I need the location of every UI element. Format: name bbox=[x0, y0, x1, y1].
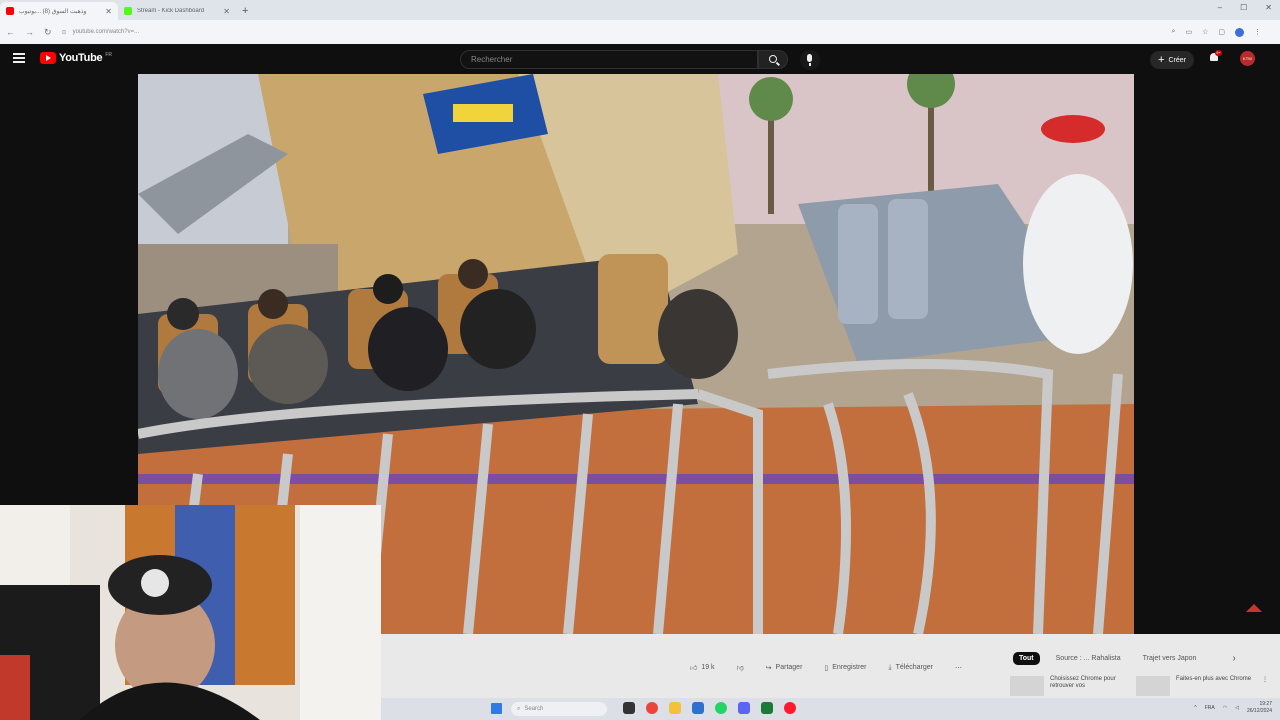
system-tray: ^ FRA ◠ ◁ 19:27 26/12/2024 bbox=[1194, 701, 1272, 715]
tab-kick[interactable]: Stream - Kick Dashboard ✕ bbox=[118, 2, 236, 20]
save-label: Enregistrer bbox=[832, 664, 867, 671]
menu-dots-icon[interactable]: ⋮ bbox=[1254, 28, 1261, 37]
chrome-icon[interactable] bbox=[646, 702, 658, 714]
search-input[interactable]: Rechercher bbox=[460, 50, 758, 69]
voice-search-mic-icon[interactable] bbox=[800, 50, 820, 70]
browser-tab-strip: وذهبت السوق (8) ...يوتيوب ✕ Stream - Kic… bbox=[0, 0, 1280, 20]
extensions-icon[interactable]: ▢ bbox=[1218, 28, 1225, 37]
cast-icon[interactable]: ▭ bbox=[1185, 28, 1192, 37]
maximize-button[interactable]: ☐ bbox=[1240, 3, 1247, 12]
new-tab-button[interactable]: + bbox=[242, 5, 248, 17]
youtube-header: YouTube FR Rechercher + Créer 9+ KTW bbox=[0, 44, 1280, 74]
windows-taskbar: ⌕ Search ^ FRA ◠ ◁ 19:27 26/12/2024 bbox=[381, 698, 1280, 720]
close-window-button[interactable]: ✕ bbox=[1265, 3, 1272, 12]
task-view-icon[interactable] bbox=[623, 702, 635, 714]
windows-start-icon[interactable] bbox=[491, 703, 502, 714]
tab-youtube[interactable]: وذهبت السوق (8) ...يوتيوب ✕ bbox=[0, 2, 118, 20]
hamburger-menu-icon[interactable] bbox=[13, 53, 25, 63]
share-label: Partager bbox=[775, 664, 803, 671]
download-icon: ⤓ bbox=[888, 663, 892, 671]
whatsapp-icon[interactable] bbox=[715, 702, 727, 714]
like-button[interactable]: 👍︎ 19 k bbox=[690, 663, 715, 672]
window-controls: – ☐ ✕ bbox=[1218, 3, 1272, 12]
clock-date: 26/12/2024 bbox=[1246, 708, 1272, 714]
wifi-icon[interactable]: ◠ bbox=[1223, 705, 1227, 711]
volume-icon[interactable]: ◁ bbox=[1235, 705, 1239, 711]
store-icon[interactable] bbox=[692, 702, 704, 714]
close-tab-icon[interactable]: ✕ bbox=[105, 7, 112, 16]
video-actions: 👍︎ 19 k 👎︎ ↪ Partager ▯ Enregistrer ⤓ Té… bbox=[690, 663, 962, 673]
site-info-icon[interactable]: ⊙ bbox=[62, 29, 67, 36]
taskbar-apps bbox=[623, 702, 796, 714]
notifications-bell-icon[interactable]: 9+ bbox=[1208, 50, 1222, 64]
browser-toolbar: ← → ↻ ⊙ youtube.com/watch?v=... ⌕ ▭ ☆ ▢ … bbox=[0, 20, 1280, 44]
tray-chevron-icon[interactable]: ^ bbox=[1194, 705, 1196, 711]
webcam-frame bbox=[0, 505, 381, 720]
download-label: Télécharger bbox=[895, 664, 933, 671]
clock-time: 19:27 bbox=[1259, 701, 1272, 707]
country-code: FR bbox=[105, 52, 112, 58]
chip-source[interactable]: Source : ... Rahalista bbox=[1050, 652, 1127, 665]
opera-icon[interactable] bbox=[784, 702, 796, 714]
notification-badge: 9+ bbox=[1215, 50, 1222, 56]
youtube-play-icon bbox=[40, 52, 56, 64]
back-icon[interactable]: ← bbox=[6, 27, 15, 37]
youtube-favicon-icon bbox=[6, 7, 14, 15]
taskbar-search-label: Search bbox=[524, 706, 544, 712]
toolbar-icons: ⌕ ▭ ☆ ▢ ⋮ bbox=[1172, 27, 1261, 37]
reload-icon[interactable]: ↻ bbox=[44, 27, 52, 38]
clock[interactable]: 19:27 26/12/2024 bbox=[1247, 701, 1272, 715]
share-button[interactable]: ↪ Partager bbox=[766, 664, 803, 672]
like-count: 19 k bbox=[701, 664, 715, 671]
address-bar[interactable]: ⊙ youtube.com/watch?v=... bbox=[62, 24, 1162, 40]
search-icon bbox=[769, 55, 777, 63]
dislike-button[interactable]: 👎︎ bbox=[737, 663, 744, 672]
language-indicator[interactable]: FRA bbox=[1205, 705, 1215, 711]
rec-title[interactable]: Faites-en plus avec Chrome bbox=[1176, 676, 1256, 696]
minimize-button[interactable]: – bbox=[1218, 3, 1222, 12]
red-arrow-icon bbox=[1246, 604, 1262, 612]
discord-icon[interactable] bbox=[738, 702, 750, 714]
zoom-icon[interactable]: ⌕ bbox=[1172, 28, 1176, 37]
plus-icon: + bbox=[1158, 53, 1165, 66]
url-text: youtube.com/watch?v=... bbox=[72, 29, 140, 35]
thumbs-up-icon: 👍︎ bbox=[690, 665, 698, 672]
download-button[interactable]: ⤓ Télécharger bbox=[889, 664, 933, 672]
search-icon: ⌕ bbox=[517, 705, 521, 712]
chip-japan-trip[interactable]: Trajet vers Japon bbox=[1137, 652, 1203, 665]
taskbar-search[interactable]: ⌕ Search bbox=[511, 702, 607, 716]
app-icon[interactable] bbox=[761, 702, 773, 714]
save-button[interactable]: ▯ Enregistrer bbox=[824, 664, 866, 672]
avatar[interactable]: KTW bbox=[1240, 51, 1255, 66]
chevron-right-icon[interactable]: › bbox=[1232, 653, 1235, 664]
bookmark-icon: ▯ bbox=[824, 664, 829, 672]
recommendation-chips: Tout Source : ... Rahalista Trajet vers … bbox=[1013, 652, 1236, 665]
kick-favicon-icon bbox=[124, 7, 132, 15]
tab-title: Stream - Kick Dashboard bbox=[137, 8, 205, 14]
tab-title: وذهبت السوق (8) ...يوتيوب bbox=[19, 8, 87, 15]
forward-icon[interactable]: → bbox=[25, 27, 34, 37]
more-actions-button[interactable]: ⋯ bbox=[955, 664, 962, 672]
more-icon: ⋯ bbox=[954, 664, 962, 672]
rec-title[interactable]: Choisissez Chrome pour retrouver vos bbox=[1050, 676, 1130, 696]
bookmark-star-icon[interactable]: ☆ bbox=[1202, 28, 1208, 37]
youtube-logo[interactable]: YouTube FR bbox=[40, 52, 112, 64]
webcam-overlay bbox=[0, 505, 381, 720]
create-label: Créer bbox=[1168, 56, 1186, 64]
chip-all[interactable]: Tout bbox=[1013, 652, 1040, 665]
create-button[interactable]: + Créer bbox=[1150, 51, 1194, 69]
search-button[interactable] bbox=[758, 50, 788, 69]
rec-more-icon[interactable]: ⋮ bbox=[1262, 676, 1268, 696]
rec-thumbnail[interactable] bbox=[1136, 676, 1170, 696]
share-icon: ↪ bbox=[765, 664, 772, 672]
rec-thumbnail[interactable] bbox=[1010, 676, 1044, 696]
recommendation-row: Choisissez Chrome pour retrouver vos Fai… bbox=[1010, 676, 1270, 696]
thumbs-down-icon: 👎︎ bbox=[736, 665, 744, 672]
close-tab-icon[interactable]: ✕ bbox=[223, 7, 230, 16]
youtube-wordmark: YouTube bbox=[59, 52, 103, 64]
profile-avatar[interactable] bbox=[1235, 27, 1244, 37]
file-explorer-icon[interactable] bbox=[669, 702, 681, 714]
